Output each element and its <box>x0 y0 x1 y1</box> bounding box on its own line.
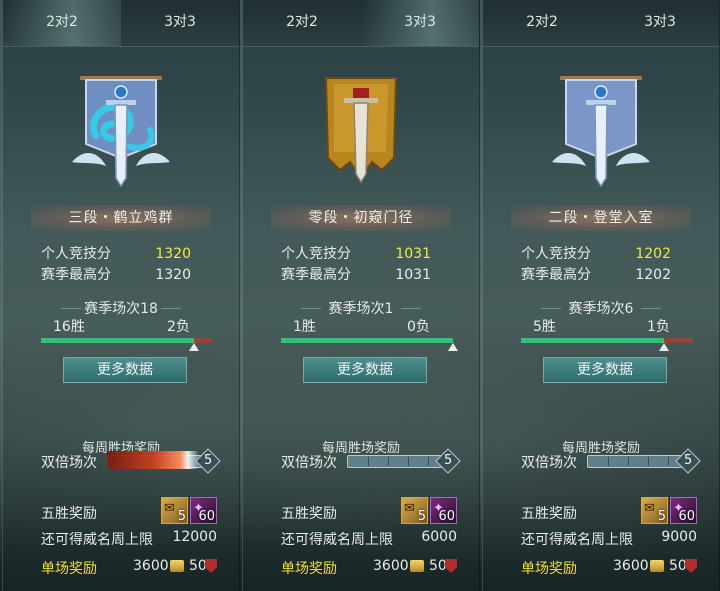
win-fill <box>41 338 194 343</box>
reward-chest-icon[interactable]: ✉ 5 <box>401 497 428 524</box>
tab-2v2[interactable]: 2对2 <box>483 0 601 46</box>
five-win-reward-label: 五胜奖励 <box>281 506 337 522</box>
single-reward-label: 单场奖励 <box>41 561 97 577</box>
rank-emblem-icon <box>72 76 170 188</box>
losses-count: 1负 <box>647 319 670 335</box>
score-value: 1202 <box>635 246 671 262</box>
best-score-row: 赛季最高分 1031 <box>281 265 431 285</box>
single-reward-label: 单场奖励 <box>521 561 577 577</box>
best-score-label: 赛季最高分 <box>521 267 591 283</box>
score-row: 个人竞技分 1320 <box>41 244 191 264</box>
coin-reward-value: 3600 <box>133 558 169 574</box>
mode-tabs: 2对2 3对3 <box>243 0 479 47</box>
arena-panel: 2对2 3对3 二段・登堂入室 个人竞技分 1202 赛季最高分 1202 赛季… <box>482 0 720 591</box>
tab-3v3[interactable]: 3对3 <box>121 0 239 46</box>
best-score-label: 赛季最高分 <box>281 267 351 283</box>
best-score-row: 赛季最高分 1320 <box>41 265 191 285</box>
rank-title: 零段・初窥门径 <box>271 205 451 231</box>
season-matches-label: 赛季场次6 <box>483 298 719 318</box>
wins-count: 5胜 <box>533 319 556 335</box>
win-marker-icon <box>448 343 458 351</box>
reward-chest-icon[interactable]: ✉ 5 <box>161 497 188 524</box>
weekly-limit-row: 还可得威名周上限 12000 <box>41 529 217 549</box>
win-marker-icon <box>188 343 199 351</box>
season-matches-label: 赛季场次1 <box>243 298 479 318</box>
score-value: 1320 <box>155 246 191 262</box>
rank-emblem-icon <box>552 76 650 188</box>
more-data-button[interactable]: 更多数据 <box>303 357 427 383</box>
mode-tabs: 2对2 3对3 <box>3 0 239 47</box>
score-row: 个人竞技分 1202 <box>521 244 671 264</box>
coin-reward-value: 3600 <box>373 558 409 574</box>
five-win-reward-label: 五胜奖励 <box>521 506 577 522</box>
more-data-button[interactable]: 更多数据 <box>543 357 667 383</box>
best-score-row: 赛季最高分 1202 <box>521 265 671 285</box>
score-label: 个人竞技分 <box>521 246 591 262</box>
arena-panel: 2对2 3对3 三段・鹤立鸡群 个人竞技分 1320 赛季最高分 1320 赛季… <box>2 0 240 591</box>
tab-3v3[interactable]: 3对3 <box>361 0 479 46</box>
medal-reward-value: 50 <box>189 558 207 574</box>
double-matches-label: 双倍场次 <box>281 455 337 471</box>
single-match-reward-row: 单场奖励 3600 50 <box>521 558 699 578</box>
rank-title: 二段・登堂入室 <box>511 205 691 231</box>
rank-title: 三段・鹤立鸡群 <box>31 205 211 231</box>
best-score-value: 1320 <box>155 267 191 283</box>
medal-reward-value: 50 <box>429 558 447 574</box>
coin-icon <box>170 560 184 572</box>
score-value: 1031 <box>395 246 431 262</box>
reward-gem-icon[interactable]: ✦ 60 <box>190 497 217 524</box>
tab-2v2[interactable]: 2对2 <box>3 0 121 46</box>
score-label: 个人竞技分 <box>281 246 351 262</box>
win-marker-icon <box>659 343 670 351</box>
weekly-limit-value: 6000 <box>421 529 457 545</box>
double-matches-label: 双倍场次 <box>521 455 577 471</box>
double-active-flame <box>107 451 199 469</box>
reward-gem-icon[interactable]: ✦ 60 <box>430 497 457 524</box>
medal-reward-value: 50 <box>669 558 687 574</box>
single-reward-label: 单场奖励 <box>281 561 337 577</box>
wins-count: 16胜 <box>53 319 85 335</box>
single-match-reward-row: 单场奖励 3600 50 <box>281 558 459 578</box>
win-loss-bar <box>281 338 453 343</box>
win-loss-bar <box>41 338 213 343</box>
reward-gem-icon[interactable]: ✦ 60 <box>670 497 697 524</box>
tab-2v2[interactable]: 2对2 <box>243 0 361 46</box>
five-win-reward-label: 五胜奖励 <box>41 506 97 522</box>
best-score-value: 1202 <box>635 267 671 283</box>
more-data-button[interactable]: 更多数据 <box>63 357 187 383</box>
score-row: 个人竞技分 1031 <box>281 244 431 264</box>
season-matches-label: 赛季场次18 <box>3 298 239 318</box>
coin-reward-value: 3600 <box>613 558 649 574</box>
weekly-limit-label: 还可得威名周上限 <box>281 532 393 548</box>
arena-panel: 2对2 3对3 零段・初窥门径 个人竞技分 1031 赛季最高分 1031 赛季… <box>242 0 480 591</box>
score-label: 个人竞技分 <box>41 246 111 262</box>
mode-tabs: 2对2 3对3 <box>483 0 719 47</box>
double-matches-label: 双倍场次 <box>41 455 97 471</box>
best-score-label: 赛季最高分 <box>41 267 111 283</box>
win-fill <box>521 338 665 343</box>
win-fill <box>281 338 453 343</box>
rank-emblem-icon <box>324 77 398 184</box>
tab-3v3[interactable]: 3对3 <box>601 0 719 46</box>
best-score-value: 1031 <box>395 267 431 283</box>
single-match-reward-row: 单场奖励 3600 50 <box>41 558 219 578</box>
coin-icon <box>410 560 424 572</box>
wins-count: 1胜 <box>293 319 316 335</box>
weekly-limit-label: 还可得威名周上限 <box>521 532 633 548</box>
weekly-limit-value: 9000 <box>661 529 697 545</box>
reward-chest-icon[interactable]: ✉ 5 <box>641 497 668 524</box>
weekly-limit-row: 还可得威名周上限 9000 <box>521 529 697 549</box>
losses-count: 0负 <box>407 319 430 335</box>
coin-icon <box>650 560 664 572</box>
double-matches-track <box>587 455 689 468</box>
losses-count: 2负 <box>167 319 190 335</box>
weekly-limit-row: 还可得威名周上限 6000 <box>281 529 457 549</box>
weekly-limit-value: 12000 <box>172 529 217 545</box>
weekly-limit-label: 还可得威名周上限 <box>41 532 153 548</box>
double-matches-track <box>347 455 449 468</box>
